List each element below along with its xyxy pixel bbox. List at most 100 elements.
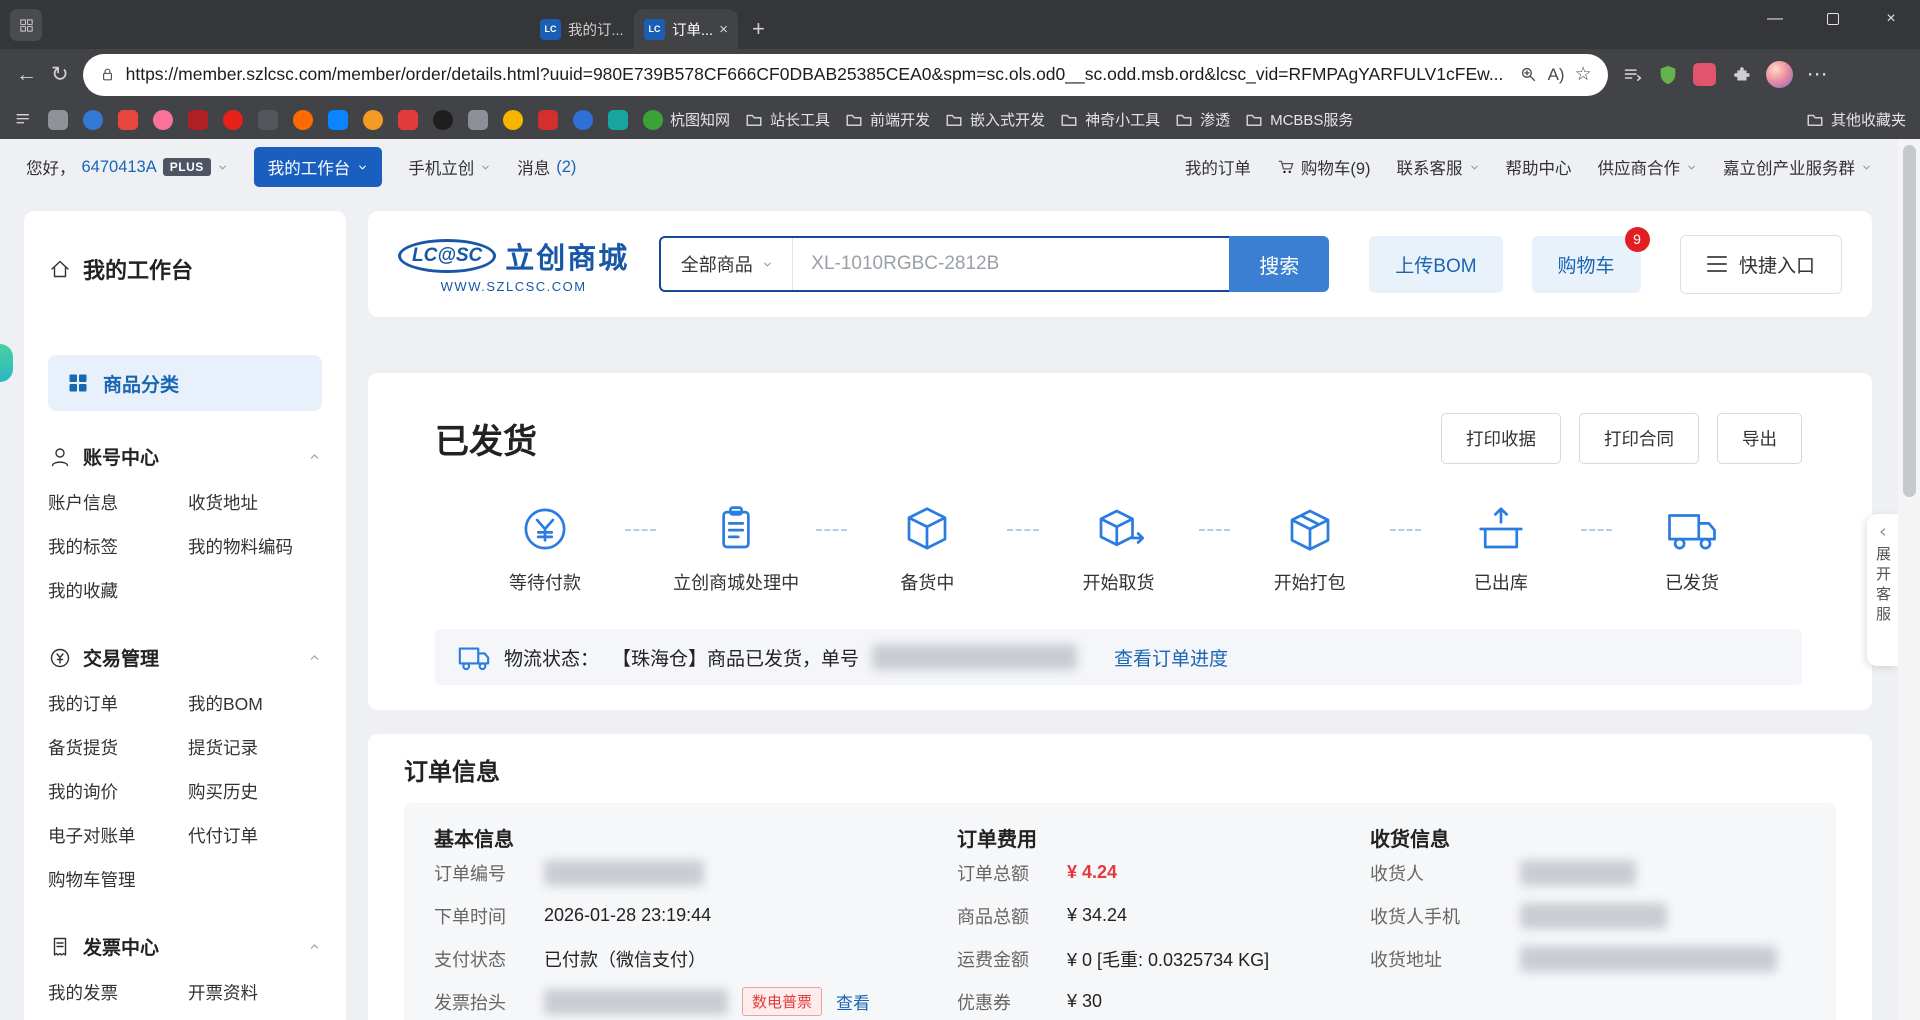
contact-service-menu[interactable]: 联系客服 bbox=[1397, 155, 1480, 179]
sidebar-item-favorites[interactable]: 我的收藏 bbox=[48, 568, 188, 612]
sidebar-item-part-codes[interactable]: 我的物料编码 bbox=[188, 524, 322, 568]
bookmark-folder-embedded[interactable]: 嵌入式开发 bbox=[945, 109, 1045, 130]
bookmark-favicon[interactable] bbox=[468, 110, 488, 130]
url-text[interactable]: https://member.szlcsc.com/member/order/d… bbox=[126, 64, 1509, 85]
section-header[interactable]: 账号中心 bbox=[48, 443, 322, 470]
scrollbar-thumb[interactable] bbox=[1903, 145, 1916, 497]
chevron-up-icon[interactable] bbox=[307, 939, 322, 954]
my-orders-link[interactable]: 我的订单 bbox=[1185, 155, 1251, 179]
new-tab-button[interactable]: + bbox=[752, 16, 765, 42]
section-header[interactable]: 发票中心 bbox=[48, 933, 322, 960]
read-aloud-icon[interactable]: A) bbox=[1548, 65, 1565, 85]
extensions-puzzle-icon[interactable] bbox=[1730, 64, 1752, 86]
export-button[interactable]: 导出 bbox=[1717, 413, 1802, 464]
sidebar-item-tags[interactable]: 我的标签 bbox=[48, 524, 188, 568]
zoom-icon[interactable] bbox=[1519, 65, 1538, 84]
bookmark-favicon[interactable] bbox=[328, 110, 348, 130]
order-time-label: 下单时间 bbox=[434, 903, 544, 929]
profile-avatar[interactable] bbox=[1766, 61, 1793, 88]
adblock-shield-icon[interactable] bbox=[1657, 64, 1679, 86]
page-scrollbar[interactable] bbox=[1898, 139, 1920, 1020]
bookmark-favicon[interactable] bbox=[118, 110, 138, 130]
sidebar-item-invoice-info[interactable]: 开票资料 bbox=[188, 970, 322, 1014]
search-button[interactable]: 搜索 bbox=[1229, 236, 1329, 292]
bookmark-favicon[interactable] bbox=[398, 110, 418, 130]
side-widget-tab[interactable] bbox=[0, 344, 13, 382]
bookmark-favicon[interactable] bbox=[363, 110, 383, 130]
search-category-dropdown[interactable]: 全部商品 bbox=[661, 238, 793, 290]
supplier-menu[interactable]: 供应商合作 bbox=[1598, 155, 1698, 179]
maximize-button[interactable] bbox=[1804, 0, 1862, 38]
sidebar-item-categories[interactable]: 商品分类 bbox=[48, 355, 322, 411]
refresh-button[interactable]: ↻ bbox=[51, 62, 69, 87]
help-center-link[interactable]: 帮助中心 bbox=[1506, 155, 1572, 179]
browser-tab-order-detail[interactable]: LC 订单... × bbox=[634, 9, 738, 49]
section-items: 我的订单 我的BOM 备货提货 提货记录 我的询价 购买历史 电子对账单 代付订… bbox=[48, 681, 322, 901]
chevron-up-icon[interactable] bbox=[307, 449, 322, 464]
messages-link[interactable]: 消息(2) bbox=[517, 155, 576, 179]
close-button[interactable]: × bbox=[1862, 0, 1920, 38]
quick-entry-button[interactable]: 快捷入口 bbox=[1680, 235, 1842, 294]
address-bar[interactable]: https://member.szlcsc.com/member/order/d… bbox=[83, 54, 1608, 96]
bookmark-hangtu[interactable]: 杭图知网 bbox=[643, 109, 730, 130]
bookmark-favicon[interactable] bbox=[293, 110, 313, 130]
reading-list-icon[interactable] bbox=[14, 110, 33, 129]
bookmark-favicon[interactable] bbox=[48, 110, 68, 130]
collections-icon[interactable] bbox=[1622, 64, 1643, 85]
cart-button[interactable]: 购物车 9 bbox=[1532, 236, 1641, 293]
account-id[interactable]: 6470413A bbox=[82, 158, 157, 177]
bookmark-favicon[interactable] bbox=[608, 110, 628, 130]
browser-tab-orders[interactable]: LC 我的订... bbox=[530, 9, 634, 49]
print-receipt-button[interactable]: 打印收据 bbox=[1441, 413, 1561, 464]
sidebar-item-inquiries[interactable]: 我的询价 bbox=[48, 769, 188, 813]
bookmark-favicon[interactable] bbox=[223, 110, 243, 130]
sidebar-item-pickup-records[interactable]: 提货记录 bbox=[188, 725, 322, 769]
bookmark-folder-mcbbs[interactable]: MCBBS服务 bbox=[1245, 109, 1353, 130]
bookmark-favicon[interactable] bbox=[538, 110, 558, 130]
bookmark-folder-frontend[interactable]: 前端开发 bbox=[845, 109, 930, 130]
bookmark-favicon[interactable] bbox=[83, 110, 103, 130]
sidebar-item-account-info[interactable]: 账户信息 bbox=[48, 480, 188, 524]
bookmark-favicon[interactable] bbox=[573, 110, 593, 130]
sidebar-item-stock-pickup[interactable]: 备货提货 bbox=[48, 725, 188, 769]
sidebar-item-purchase-history[interactable]: 购买历史 bbox=[188, 769, 322, 813]
view-invoice-link[interactable]: 查看 bbox=[836, 989, 870, 1014]
sidebar-item-address[interactable]: 收货地址 bbox=[188, 480, 322, 524]
section-header[interactable]: 交易管理 bbox=[48, 644, 322, 671]
bookmark-folder-tools[interactable]: 神奇小工具 bbox=[1060, 109, 1160, 130]
tab-close-icon[interactable]: × bbox=[719, 21, 728, 38]
favorite-star-icon[interactable]: ☆ bbox=[1575, 63, 1592, 86]
account-menu[interactable]: 您好， 6470413A PLUS bbox=[26, 155, 228, 179]
browser-menu-icon[interactable]: ⋯ bbox=[1807, 62, 1828, 87]
industry-group-menu[interactable]: 嘉立创产业服务群 bbox=[1723, 155, 1872, 179]
sidebar-item-my-invoices[interactable]: 我的发票 bbox=[48, 970, 188, 1014]
track-order-link[interactable]: 查看订单进度 bbox=[1114, 644, 1228, 671]
back-button[interactable]: ← bbox=[16, 63, 37, 87]
cart-link[interactable]: 购物车(9) bbox=[1277, 155, 1371, 179]
extension-icon[interactable] bbox=[1693, 63, 1716, 86]
sidebar-item-my-bom[interactable]: 我的BOM bbox=[188, 681, 322, 725]
bookmark-folder-pentest[interactable]: 渗透 bbox=[1175, 109, 1230, 130]
bookmark-folder-zhanzhang[interactable]: 站长工具 bbox=[745, 109, 830, 130]
sidebar-item-statements[interactable]: 电子对账单 bbox=[48, 813, 188, 857]
chevron-down-icon bbox=[1861, 162, 1872, 173]
search-input[interactable] bbox=[793, 238, 1229, 290]
workbench-menu[interactable]: 我的工作台 bbox=[254, 147, 383, 187]
sidebar-item-cart-management[interactable]: 购物车管理 bbox=[48, 857, 188, 901]
sidebar-item-my-orders[interactable]: 我的订单 bbox=[48, 681, 188, 725]
other-bookmarks-folder[interactable]: 其他收藏夹 bbox=[1806, 109, 1906, 130]
bookmark-favicon[interactable] bbox=[153, 110, 173, 130]
workspace-button[interactable] bbox=[10, 9, 42, 41]
customer-service-tab[interactable]: 展开客服 bbox=[1867, 514, 1898, 666]
minimize-button[interactable]: — bbox=[1746, 0, 1804, 38]
lcsc-logo[interactable]: LC@SC 立创商城 WWW.SZLCSC.COM bbox=[398, 235, 629, 294]
bookmark-favicon[interactable] bbox=[433, 110, 453, 130]
print-contract-button[interactable]: 打印合同 bbox=[1579, 413, 1699, 464]
bookmark-favicon[interactable] bbox=[503, 110, 523, 130]
bookmark-favicon[interactable] bbox=[188, 110, 208, 130]
chevron-up-icon[interactable] bbox=[307, 650, 322, 665]
sidebar-item-pay-for-others[interactable]: 代付订单 bbox=[188, 813, 322, 857]
bookmark-favicon[interactable] bbox=[258, 110, 278, 130]
mobile-app-menu[interactable]: 手机立创 bbox=[408, 155, 491, 179]
upload-bom-button[interactable]: 上传BOM bbox=[1369, 236, 1502, 293]
